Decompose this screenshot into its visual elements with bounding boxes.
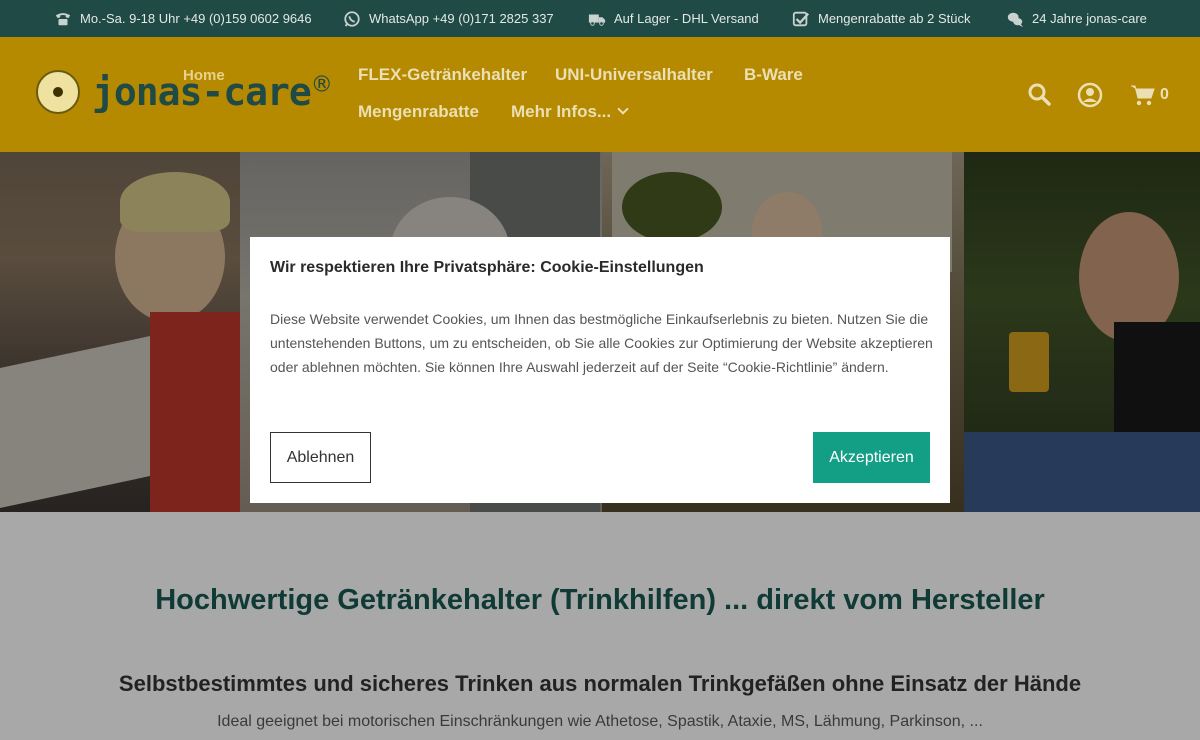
nav-more-info[interactable]: Mehr Infos... bbox=[511, 102, 629, 122]
nav-bware[interactable]: B-Ware bbox=[744, 65, 803, 85]
user-account-icon[interactable] bbox=[1077, 82, 1103, 108]
logo-emblem-icon bbox=[36, 70, 80, 114]
topbar-discount: Mengenrabatte ab 2 Stück bbox=[792, 0, 971, 37]
cart-icon[interactable] bbox=[1130, 82, 1156, 108]
phone-icon bbox=[55, 12, 71, 25]
hero-photo-child bbox=[0, 152, 240, 512]
nav-more-info-label: Mehr Infos... bbox=[511, 102, 612, 121]
page-headline: Hochwertige Getränkehalter (Trinkhilfen)… bbox=[155, 584, 1045, 616]
main-content: Hochwertige Getränkehalter (Trinkhilfen)… bbox=[0, 512, 1200, 740]
page-description: Ideal geeignet bei motorischen Einschrän… bbox=[217, 713, 983, 730]
nav-uni[interactable]: UNI-Universalhalter bbox=[555, 65, 713, 85]
topbar-anniversary: 24 Jahre jonas-care bbox=[1006, 0, 1147, 37]
cookie-dialog-text: Diese Website verwendet Cookies, um Ihne… bbox=[270, 311, 933, 375]
cookie-consent-dialog: Wir respektieren Ihre Privatsphäre: Cook… bbox=[250, 237, 950, 503]
nav-home[interactable]: Home bbox=[183, 67, 225, 84]
whatsapp-icon bbox=[344, 10, 360, 27]
chat-icon bbox=[1007, 12, 1024, 27]
accept-button[interactable]: Akzeptieren bbox=[813, 432, 930, 483]
topbar-anniversary-text: 24 Jahre jonas-care bbox=[1032, 11, 1147, 26]
topbar-phone[interactable]: Mo.-Sa. 9-18 Uhr +49 (0)159 0602 9646 bbox=[54, 0, 312, 37]
page-subheadline: Selbstbestimmtes und sicheres Trinken au… bbox=[118, 671, 1082, 696]
topbar-discount-text: Mengenrabatte ab 2 Stück bbox=[818, 11, 971, 26]
search-icon[interactable] bbox=[1027, 82, 1053, 108]
topbar-shipping-text: Auf Lager - DHL Versand bbox=[614, 11, 759, 26]
site-header: jonas-care® Home FLEX-Getränkehalter UNI… bbox=[0, 37, 1200, 152]
decline-button[interactable]: Ablehnen bbox=[270, 432, 371, 483]
truck-icon bbox=[588, 14, 606, 26]
topbar-whatsapp[interactable]: WhatsApp +49 (0)171 2825 337 bbox=[343, 0, 554, 37]
checkbox-icon bbox=[792, 11, 810, 26]
cookie-dialog-title: Wir respektieren Ihre Privatsphäre: Cook… bbox=[270, 259, 704, 276]
hero-photo-man bbox=[964, 152, 1200, 512]
topbar-phone-text: Mo.-Sa. 9-18 Uhr +49 (0)159 0602 9646 bbox=[80, 11, 312, 26]
topbar-shipping: Auf Lager - DHL Versand bbox=[588, 0, 759, 37]
nav-mengenrabatte[interactable]: Mengenrabatte bbox=[358, 102, 479, 122]
nav-flex[interactable]: FLEX-Getränkehalter bbox=[358, 65, 527, 85]
logo-registered-mark: ® bbox=[310, 72, 333, 98]
topbar-whatsapp-text: WhatsApp +49 (0)171 2825 337 bbox=[369, 11, 554, 26]
top-info-bar: Mo.-Sa. 9-18 Uhr +49 (0)159 0602 9646 Wh… bbox=[0, 0, 1200, 37]
cart-count: 0 bbox=[1160, 86, 1169, 103]
chevron-down-icon bbox=[617, 103, 629, 115]
